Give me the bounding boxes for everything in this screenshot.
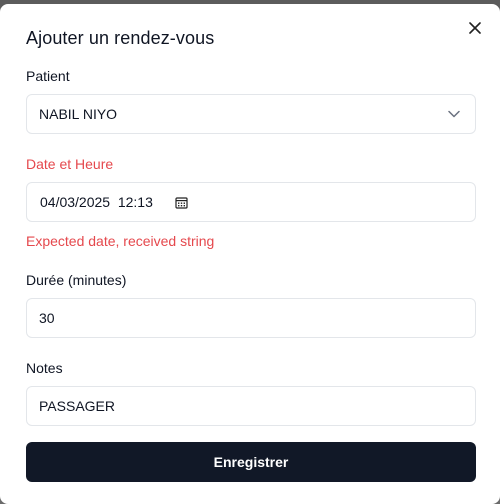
chevron-down-icon: [446, 106, 462, 122]
datetime-input[interactable]: 04/03/2025 12:13: [26, 182, 476, 222]
calendar-icon[interactable]: [175, 196, 188, 209]
save-button[interactable]: Enregistrer: [26, 442, 476, 482]
close-button[interactable]: [465, 18, 485, 38]
patient-select-value: NABIL NIYO: [39, 106, 118, 122]
add-appointment-dialog: Ajouter un rendez-vous Patient NABIL NIY…: [0, 4, 500, 504]
datetime-error-message: Expected date, received string: [26, 233, 215, 249]
duration-input[interactable]: 30: [26, 298, 476, 338]
duration-label: Durée (minutes): [26, 272, 127, 288]
close-icon: [469, 22, 481, 34]
notes-label: Notes: [26, 360, 63, 376]
patient-label: Patient: [26, 68, 70, 84]
dialog-title: Ajouter un rendez-vous: [26, 28, 215, 48]
notes-input-value: PASSAGER: [39, 398, 115, 414]
datetime-label: Date et Heure: [26, 156, 114, 172]
notes-input[interactable]: PASSAGER: [26, 386, 476, 426]
patient-select[interactable]: NABIL NIYO: [26, 94, 476, 134]
duration-input-value: 30: [39, 310, 55, 326]
datetime-input-value: 04/03/2025 12:13: [40, 194, 153, 210]
